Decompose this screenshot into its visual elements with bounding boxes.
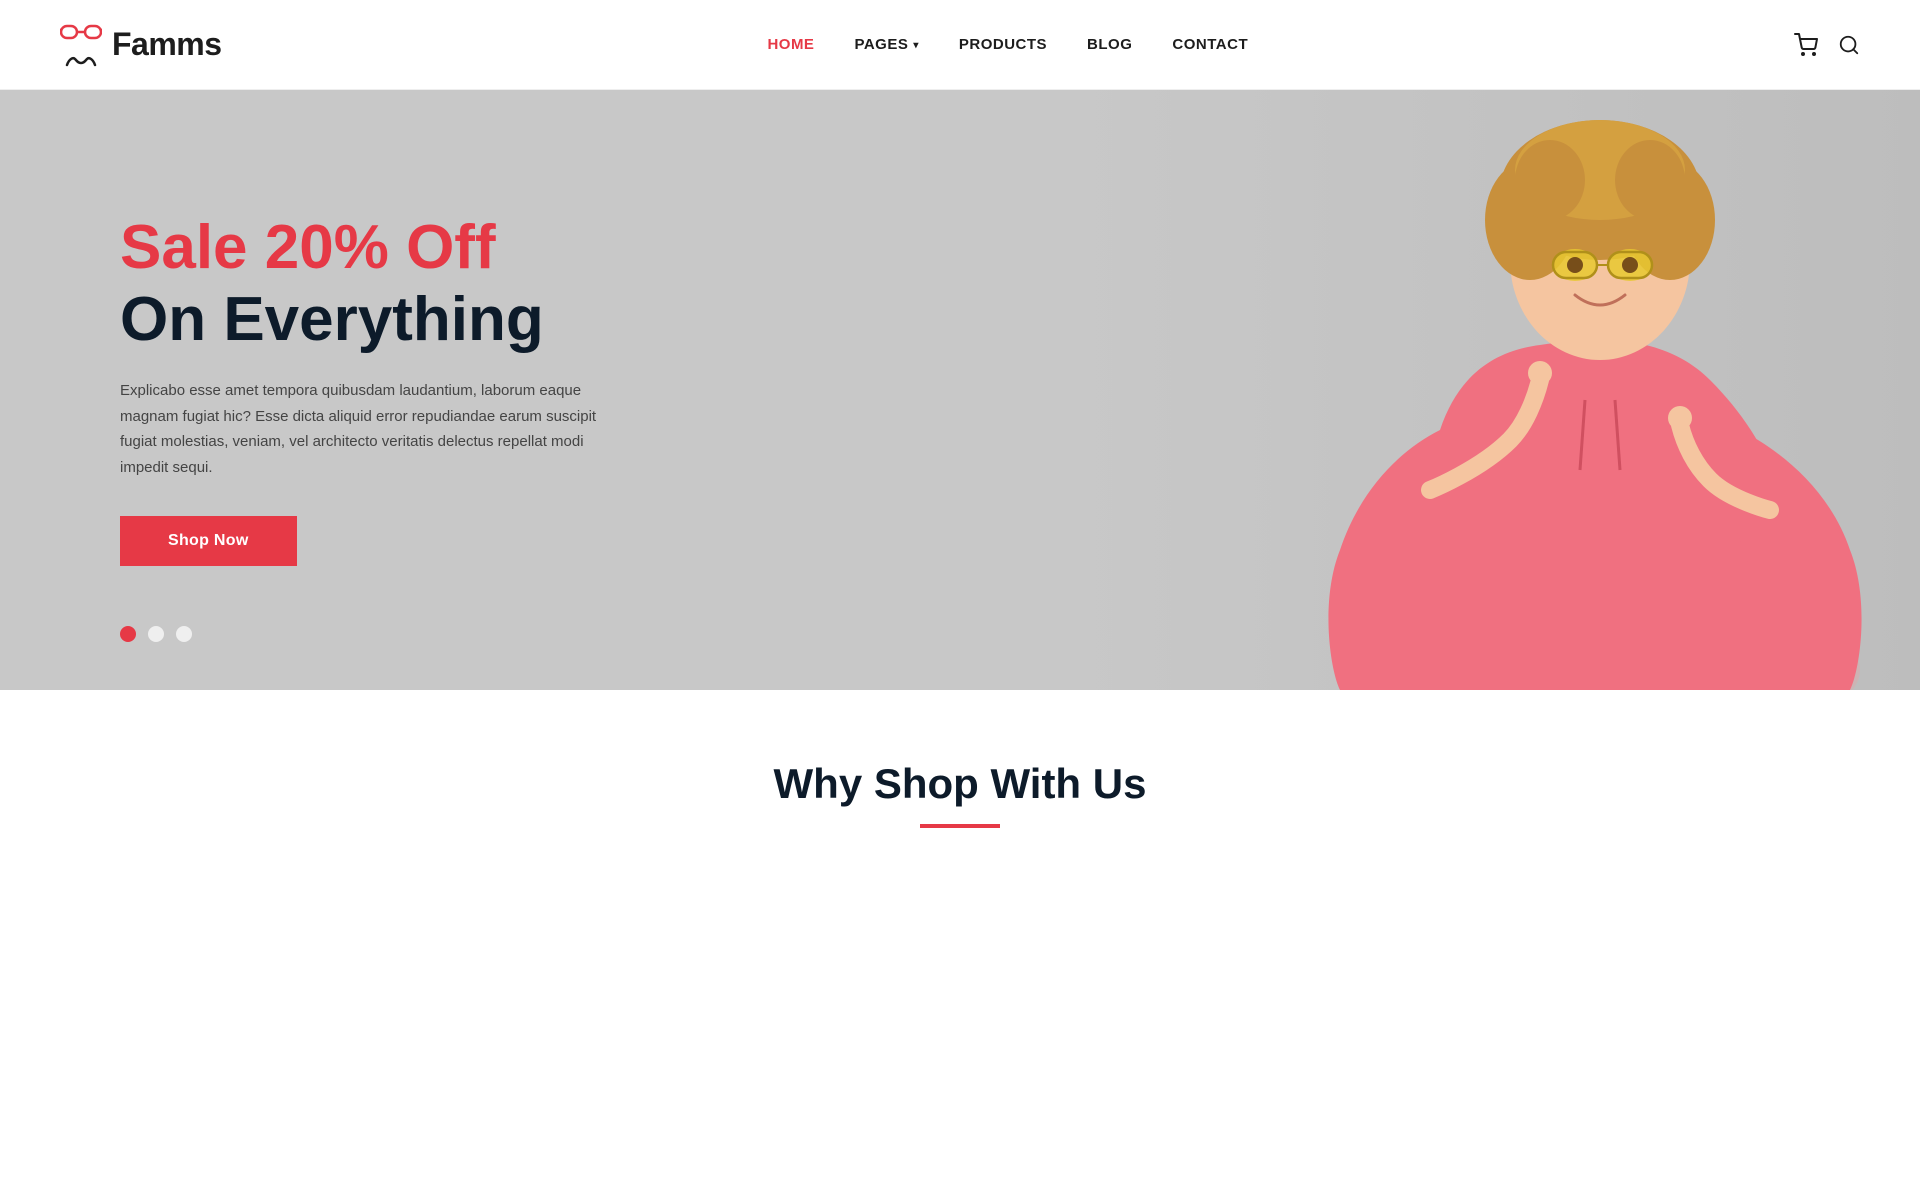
- section-title-underline: [920, 824, 1000, 828]
- hero-person-image: [1240, 90, 1920, 690]
- nav-blog[interactable]: BLOG: [1087, 36, 1132, 53]
- hero-title-everything: On Everything: [120, 286, 620, 354]
- header: Famms HOME PAGES ▾ PRODUCTS BLOG CONTACT: [0, 0, 1920, 90]
- nav-contact[interactable]: CONTACT: [1172, 36, 1248, 53]
- shop-now-button[interactable]: Shop Now: [120, 516, 297, 566]
- person-illustration: [1240, 90, 1920, 690]
- logo[interactable]: Famms: [60, 19, 222, 71]
- nav-home[interactable]: HOME: [767, 36, 814, 53]
- search-icon: [1838, 34, 1860, 56]
- hero-title-sale: Sale 20% Off: [120, 214, 620, 282]
- pages-dropdown-arrow: ▾: [913, 40, 919, 51]
- hero-section: Sale 20% Off On Everything Explicabo ess…: [0, 90, 1920, 690]
- nav-icons: [1794, 33, 1860, 57]
- main-nav: HOME PAGES ▾ PRODUCTS BLOG CONTACT: [767, 36, 1248, 53]
- hero-dot-3[interactable]: [176, 626, 192, 642]
- hero-dot-2[interactable]: [148, 626, 164, 642]
- why-shop-section: Why Shop With Us: [0, 690, 1920, 868]
- search-button[interactable]: [1838, 34, 1860, 56]
- glasses-icon: [60, 19, 102, 47]
- brand-name: Famms: [112, 26, 222, 63]
- nav-products[interactable]: PRODUCTS: [959, 36, 1047, 53]
- cart-icon: [1794, 33, 1818, 57]
- nav-pages[interactable]: PAGES ▾: [854, 36, 918, 53]
- hero-content: Sale 20% Off On Everything Explicabo ess…: [0, 214, 620, 566]
- hero-description: Explicabo esse amet tempora quibusdam la…: [120, 378, 620, 480]
- logo-icon: [60, 19, 102, 71]
- hero-dots: [120, 626, 192, 642]
- cart-button[interactable]: [1794, 33, 1818, 57]
- why-shop-title: Why Shop With Us: [60, 760, 1860, 808]
- hero-dot-1[interactable]: [120, 626, 136, 642]
- mustache-icon: [65, 51, 97, 71]
